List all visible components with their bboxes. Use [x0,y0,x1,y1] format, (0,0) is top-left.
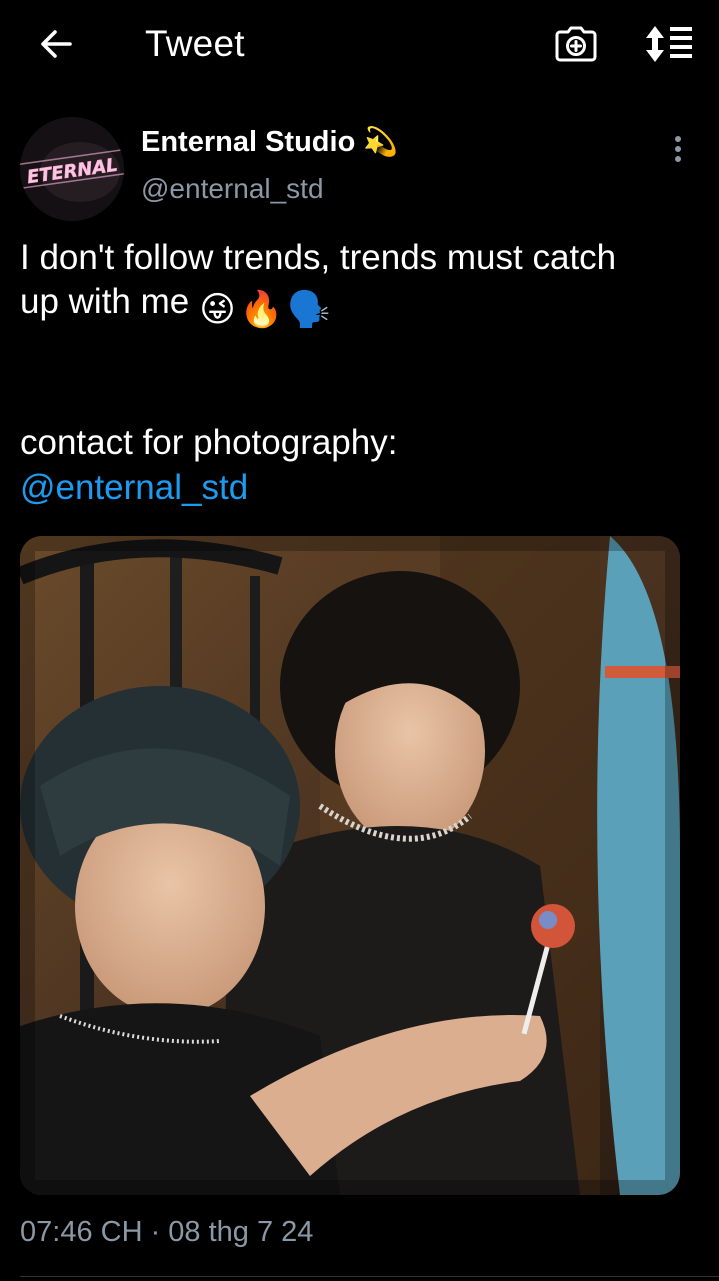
sort-list-icon [646,26,692,62]
photo-illustration [20,536,680,1195]
page-title: Tweet [145,23,245,64]
mention-link[interactable]: @enternal_std [20,466,248,510]
dizzy-star-icon: 💫 [363,126,399,157]
tweet-text-line-2-text: up with me [20,282,190,321]
camera-button[interactable] [551,20,601,68]
divider [20,1276,719,1277]
arrow-left-icon [41,30,72,58]
tweet-text-line-2: up with me 😜 🔥 🗣️ [20,280,710,332]
tweet-text: I don't follow trends, trends must catch… [20,236,710,332]
tweet-photo[interactable] [20,536,680,1195]
author-name-row[interactable]: Enternal Studio 💫 [141,122,398,162]
tweet-text-line-1: I don't follow trends, trends must catch [20,238,617,277]
fire-emoji-icon: 🔥 [239,290,284,329]
avatar[interactable]: ETERNAL [20,117,124,221]
camera-plus-icon [555,26,597,62]
more-options-button[interactable] [662,130,694,168]
tweet-emojis: 😜 🔥 🗣️ [199,288,331,332]
more-vertical-icon [675,136,681,162]
speaking-head-emoji-icon: 🗣️ [287,290,331,329]
avatar-logo: ETERNAL [20,117,124,221]
sort-button[interactable] [640,18,700,70]
top-bar: Tweet [0,0,719,90]
author-display-name[interactable]: Enternal Studio [141,122,355,162]
author-handle[interactable]: @enternal_std [141,170,324,208]
tweet-timestamp: 07:46 CH · 08 thg 7 24 [20,1216,314,1248]
winking-tongue-emoji-icon: 😜 [199,290,236,329]
contact-line: contact for photography: [20,423,398,462]
back-button[interactable] [28,20,84,68]
